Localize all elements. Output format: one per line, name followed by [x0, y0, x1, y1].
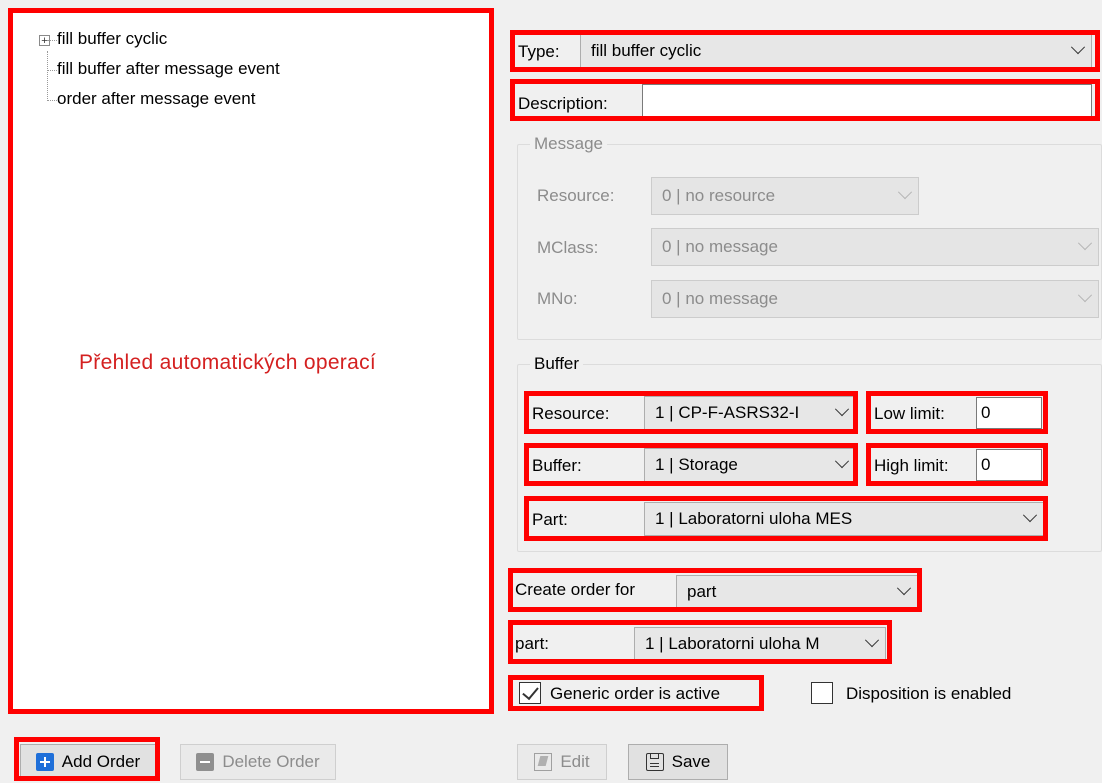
edit-icon [534, 753, 553, 771]
chevron-down-icon [1022, 508, 1038, 523]
message-resource-value: 0 | no resource [662, 186, 776, 205]
message-resource-label: Resource: [537, 186, 615, 205]
generic-order-label[interactable]: Generic order is active [550, 684, 720, 704]
chevron-down-icon [896, 581, 912, 596]
mclass-value: 0 | no message [662, 237, 778, 256]
edit-label: Edit [560, 752, 590, 771]
high-limit-input[interactable]: 0 [976, 449, 1042, 481]
delete-icon [196, 753, 215, 771]
chevron-down-icon [834, 402, 850, 417]
buffer-group-title: Buffer [530, 354, 584, 374]
chevron-down-icon [1077, 236, 1093, 251]
mclass-select[interactable]: 0 | no message [651, 228, 1099, 266]
tree-guide-line [47, 51, 48, 101]
order-tree[interactable]: + fill buffer cyclic fill buffer after m… [10, 10, 492, 714]
create-order-value: part [687, 582, 717, 601]
save-icon [645, 753, 664, 771]
overview-annotation: Přehled automatických operací [79, 351, 377, 374]
add-icon [35, 753, 54, 771]
edit-button[interactable]: Edit [517, 744, 607, 780]
chevron-down-icon [1077, 288, 1093, 303]
buffer-resource-select[interactable]: 1 | CP-F-ASRS32-I [644, 396, 856, 430]
type-select[interactable]: fill buffer cyclic [580, 34, 1092, 68]
disposition-checkbox[interactable] [811, 682, 833, 704]
tree-item-fill-buffer-after-message[interactable]: fill buffer after message event [57, 59, 280, 79]
buffer-resource-value: 1 | CP-F-ASRS32-I [655, 403, 800, 422]
add-order-label: Add Order [61, 752, 141, 771]
save-label: Save [671, 752, 711, 771]
mclass-label: MClass: [537, 238, 599, 257]
mno-label: MNo: [537, 289, 578, 308]
message-group-title: Message [530, 134, 607, 154]
generic-order-checkbox[interactable] [519, 682, 541, 704]
disposition-label[interactable]: Disposition is enabled [846, 684, 1011, 704]
chevron-down-icon [864, 633, 880, 648]
create-order-select[interactable]: part [676, 575, 918, 609]
message-resource-select[interactable]: 0 | no resource [651, 177, 919, 215]
buffer-label: Buffer: [532, 456, 582, 475]
mno-select[interactable]: 0 | no message [651, 280, 1099, 318]
high-limit-value: 0 [981, 455, 991, 474]
part-value: 1 | Laboratorni uloha MES [655, 509, 853, 528]
buffer-select[interactable]: 1 | Storage [644, 448, 856, 482]
type-value: fill buffer cyclic [591, 41, 702, 60]
description-label: Description: [518, 94, 608, 113]
tree-connector [47, 100, 57, 101]
low-limit-label: Low limit: [874, 404, 945, 423]
description-input[interactable] [642, 84, 1092, 118]
tree-item-order-after-message[interactable]: order after message event [57, 89, 255, 109]
part-label: Part: [532, 510, 568, 529]
buffer-value: 1 | Storage [655, 455, 738, 474]
save-button[interactable]: Save [628, 744, 728, 780]
add-order-button[interactable]: Add Order [20, 744, 156, 780]
part2-value: 1 | Laboratorni uloha M [645, 634, 820, 653]
tree-connector [47, 40, 57, 41]
chevron-down-icon [897, 185, 913, 200]
mno-value: 0 | no message [662, 289, 778, 308]
buffer-resource-label: Resource: [532, 404, 610, 423]
type-label: Type: [518, 42, 560, 61]
delete-order-button[interactable]: Delete Order [180, 744, 336, 780]
part2-select[interactable]: 1 | Laboratorni uloha M [634, 627, 886, 661]
chevron-down-icon [1070, 40, 1086, 55]
create-order-label: Create order for [515, 580, 635, 599]
high-limit-label: High limit: [874, 456, 949, 475]
low-limit-input[interactable]: 0 [976, 397, 1042, 429]
part2-label: part: [515, 634, 550, 653]
low-limit-value: 0 [981, 403, 991, 422]
part-select[interactable]: 1 | Laboratorni uloha MES [644, 502, 1044, 536]
delete-order-label: Delete Order [222, 752, 320, 771]
tree-connector [47, 70, 57, 71]
tree-item-fill-buffer-cyclic[interactable]: fill buffer cyclic [57, 29, 167, 49]
chevron-down-icon [834, 454, 850, 469]
